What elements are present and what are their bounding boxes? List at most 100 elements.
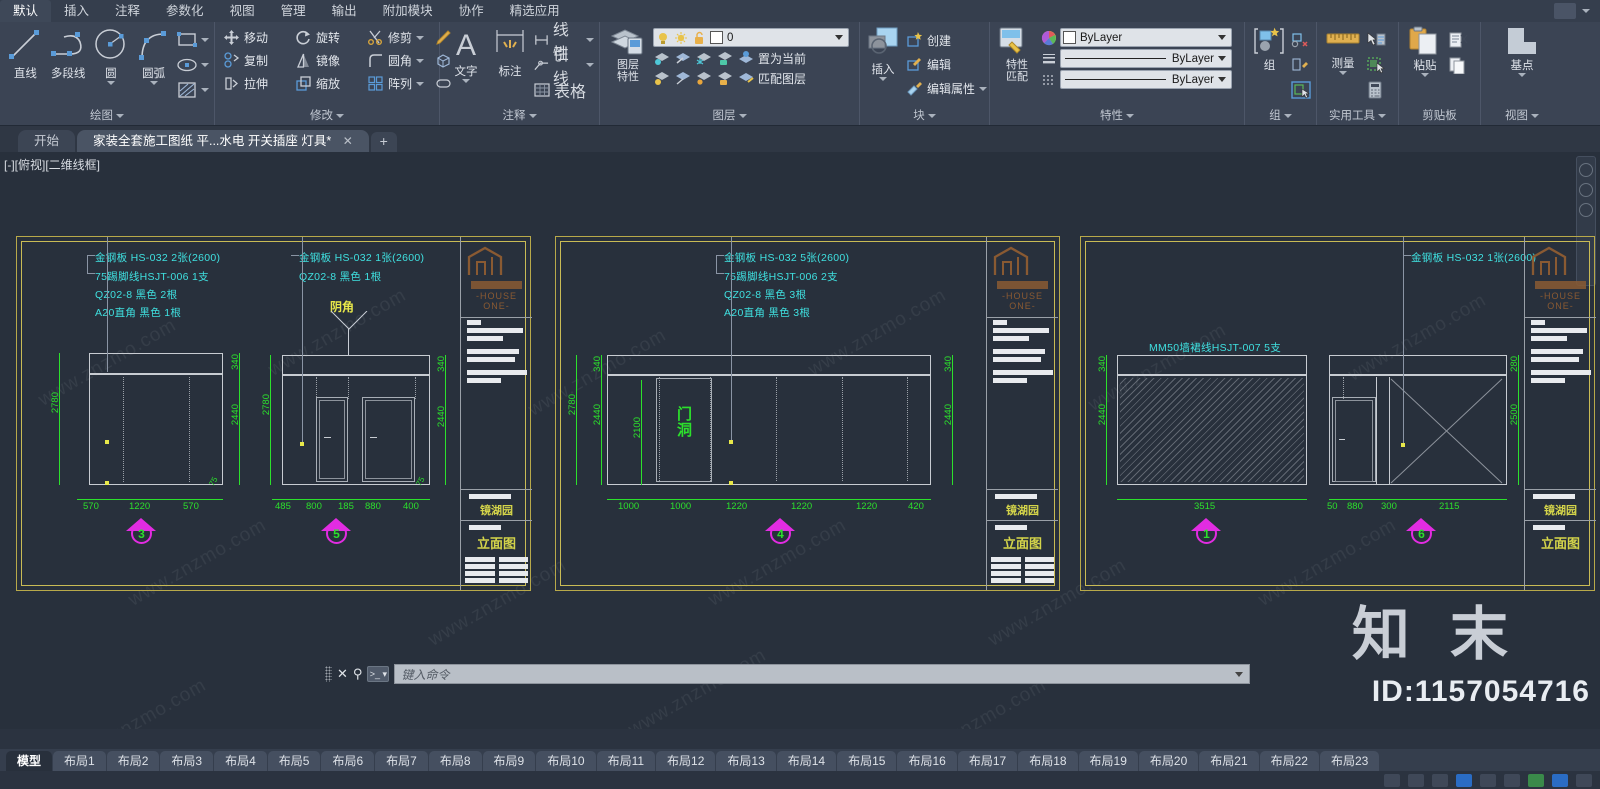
osnap-toggle-icon[interactable] [1480,773,1496,787]
layer-properties-button[interactable]: 图层 特性 [605,26,651,83]
layout-tab-model[interactable]: 模型 [6,751,53,771]
ribbon-tab-annotate[interactable]: 注释 [102,0,153,22]
titleblock-3[interactable]: -HOUSE ONE- 镜湖园 立面图 [1524,237,1596,590]
doc-tab-drawing[interactable]: 家装全套施工图纸 平...水电 开关插座 灯具* ✕ [77,130,369,152]
group-selection-toggle[interactable] [1291,78,1311,102]
chevron-down-icon[interactable] [461,79,470,83]
workspace-icon[interactable] [1554,3,1576,19]
calculator-button[interactable] [1366,78,1386,102]
grip-point[interactable] [1401,443,1405,447]
close-icon[interactable]: ✕ [343,134,353,148]
annotation-table-button[interactable]: 表格 [533,78,594,102]
block-edit-attribute-button[interactable]: 编辑属性 [903,77,990,100]
annotation-scale-icon[interactable] [1528,773,1544,787]
chevron-down-icon[interactable] [586,63,594,67]
grip-point[interactable] [300,442,304,446]
layout-tab-1[interactable]: 布局1 [53,751,106,771]
elevation-marker-6[interactable]: 6 [1406,518,1436,544]
customize-icon[interactable] [1576,773,1592,787]
chevron-down-icon[interactable] [1218,77,1226,82]
grip-point[interactable] [105,440,109,444]
chevron-down-icon[interactable] [1339,71,1347,75]
panel-draw-title[interactable]: 绘图 [0,107,214,125]
panel-annotation-title[interactable]: 注释 [440,107,599,125]
modify-stretch-button[interactable]: 拉伸 [220,72,292,95]
chevron-down-icon[interactable] [1218,35,1226,40]
chevron-down-icon[interactable] [201,63,209,67]
layout-tab-23[interactable]: 布局23 [1319,751,1380,771]
layout-tab-14[interactable]: 布局14 [776,751,837,771]
ribbon-tab-insert[interactable]: 插入 [51,0,102,22]
panel-view-title[interactable]: 视图 [1481,107,1563,125]
command-line[interactable]: ✕ ⚲ >_ ▾ 键入命令 [325,663,1250,685]
new-tab-button[interactable]: + [370,132,397,152]
annotation-text-button[interactable]: A 文字 [445,26,487,83]
orbit-icon[interactable] [1579,203,1593,217]
modify-trim-button[interactable]: 修剪 [364,26,432,49]
viewport-label[interactable]: [-][俯视][二维线框] [4,156,100,173]
draw-circle-button[interactable]: 圆 [91,26,132,85]
panel-groups-title[interactable]: 组 [1245,107,1316,125]
modify-fillet-button[interactable]: 圆角 [364,49,432,72]
chevron-down-icon[interactable] [1421,73,1429,77]
sheet-2[interactable]: 金钢板 HS-032 5张(2600) 75踢脚线HSJT-006 2支 QZ0… [555,236,1060,591]
object-linetype-combo[interactable]: ByLayer [1060,70,1232,89]
drawing-canvas[interactable]: [-][俯视][二维线框] www.znzmo.com www.znzmo.co… [0,152,1600,729]
layout-tab-18[interactable]: 布局18 [1018,751,1078,771]
layout-tab-3[interactable]: 布局3 [160,751,214,771]
command-input[interactable]: 键入命令 [394,664,1250,684]
chevron-down-icon[interactable] [586,38,594,42]
ribbon-tab-featured-apps[interactable]: 精选应用 [497,0,573,22]
copy-clipboard-button[interactable] [1448,53,1468,77]
panel-block-title[interactable]: 块 [860,107,989,125]
properties-match-button[interactable]: 特性 匹配 [995,26,1039,83]
command-prompt-icon[interactable]: >_ ▾ [367,666,390,682]
layout-tab-2[interactable]: 布局2 [106,751,160,771]
ribbon-tab-default[interactable]: 默认 [0,0,52,22]
object-color-combo[interactable]: ByLayer [1060,28,1232,47]
draw-hatch-button[interactable] [176,78,209,102]
layout-tab-12[interactable]: 布局12 [656,751,716,771]
block-edit-button[interactable]: 编辑 [903,53,990,76]
chevron-down-icon[interactable] [416,35,425,40]
elevation-marker-3[interactable]: 3 [126,518,156,544]
workspace-switch-icon[interactable] [1552,773,1568,787]
grip-point[interactable] [729,440,733,444]
layout-tab-15[interactable]: 布局15 [837,751,897,771]
modify-move-button[interactable]: 移动 [220,26,292,49]
chevron-down-icon[interactable] [201,38,209,42]
layout-tab-8[interactable]: 布局8 [428,751,482,771]
layout-tab-10[interactable]: 布局10 [536,751,596,771]
group-edit-button[interactable] [1291,53,1311,77]
layer-selector-combo[interactable]: 0 [653,28,849,47]
snap-toggle-icon[interactable] [1408,773,1424,787]
chevron-down-icon[interactable] [879,77,887,81]
add-selected-button[interactable] [1366,53,1386,77]
sheet-1[interactable]: 金钢板 HS-032 2张(2600) 75踢脚线HSJT-006 1支 QZ0… [16,236,532,591]
titleblock-2[interactable]: -HOUSE ONE- 镜湖园 立面图 [986,237,1058,590]
chevron-down-icon[interactable] [1235,671,1243,677]
grip-point[interactable] [105,481,109,485]
panel-layer-title[interactable]: 图层 [600,107,859,125]
elevation-marker-5[interactable]: 5 [321,518,351,544]
polar-tracking-icon[interactable] [1456,773,1472,787]
chevron-down-icon[interactable] [106,81,115,85]
paste-button[interactable]: 粘贴 [1404,26,1446,77]
ungroup-button[interactable] [1291,28,1311,52]
layout-tab-22[interactable]: 布局22 [1259,751,1319,771]
zoom-icon[interactable] [1579,183,1593,197]
panel-utilities-title[interactable]: 实用工具 [1317,107,1398,125]
grip-point[interactable] [729,481,733,485]
chevron-down-icon[interactable] [1582,9,1590,13]
ribbon-tab-collaborate[interactable]: 协作 [446,0,497,22]
panel-properties-title[interactable]: 特性 [990,107,1244,125]
panel-clipboard-title[interactable]: 剪贴板 [1399,107,1480,125]
draw-polyline-button[interactable]: 多段线 [48,26,89,81]
group-button[interactable]: 组 [1250,26,1289,73]
chevron-down-icon[interactable] [1218,56,1226,61]
ribbon-tab-view[interactable]: 视图 [217,0,268,22]
chevron-down-icon[interactable] [416,58,425,63]
layout-tab-7[interactable]: 布局7 [375,751,428,771]
quick-select-button[interactable] [1366,28,1386,52]
chevron-down-icon[interactable] [979,86,988,91]
